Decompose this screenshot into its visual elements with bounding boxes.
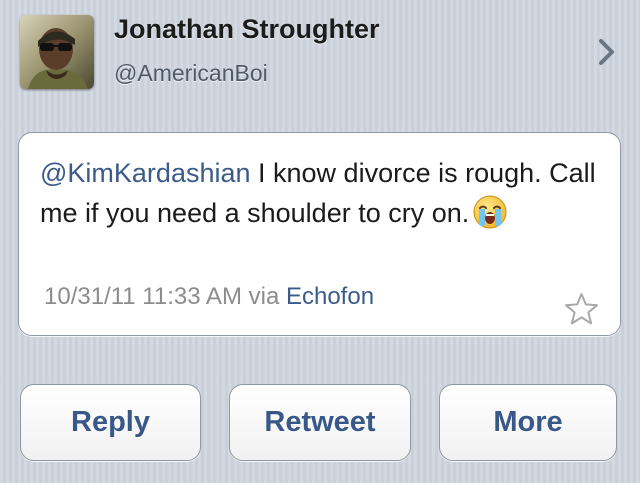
via-label: via xyxy=(248,283,280,310)
avatar[interactable] xyxy=(20,15,94,89)
tweet-card: @KimKardashian I know divorce is rough. … xyxy=(18,132,621,336)
tweet-body: @KimKardashian I know divorce is rough. … xyxy=(40,153,600,233)
more-button[interactable]: More xyxy=(439,384,617,461)
client-link[interactable]: Echofon xyxy=(286,283,374,310)
user-handle: @AmericanBoi xyxy=(114,60,268,86)
crying-face-emoji-icon xyxy=(473,195,507,229)
tweet-meta: 10/31/11 11:33 AM via Echofon xyxy=(44,283,374,311)
reply-button[interactable]: Reply xyxy=(20,384,201,461)
chevron-right-icon[interactable] xyxy=(598,38,616,66)
mention-link[interactable]: @KimKardashian xyxy=(40,158,251,188)
display-name: Jonathan Stroughter xyxy=(114,14,380,44)
avatar-image xyxy=(20,15,94,89)
retweet-button[interactable]: Retweet xyxy=(229,384,411,461)
star-icon[interactable] xyxy=(564,292,599,326)
profile-header[interactable]: Jonathan Stroughter @AmericanBoi xyxy=(0,0,640,115)
tweet-timestamp: 10/31/11 11:33 AM xyxy=(44,283,242,310)
